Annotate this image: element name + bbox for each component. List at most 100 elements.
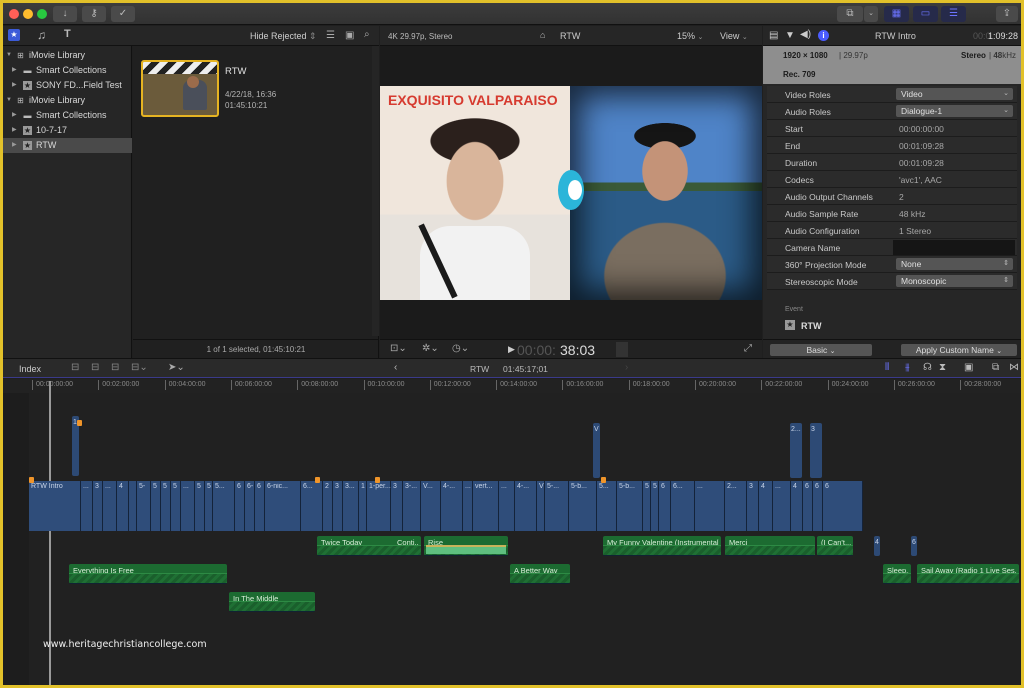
sidebar-item-imovie-library[interactable]: ▼ ⊞ iMovie Library	[3, 48, 132, 63]
metadata-view-button[interactable]: Basic ⌄	[770, 344, 872, 356]
video-roles-dropdown[interactable]: Video ⌄	[896, 88, 1013, 100]
titles-generators-tab-icon[interactable]: T	[64, 28, 71, 40]
timeline-audio-clip[interactable]: Conti...	[393, 536, 421, 556]
timeline-video-clip[interactable]: 4	[791, 481, 803, 531]
select-tool-icon[interactable]: ➤⌄	[168, 362, 185, 373]
zoom-popup[interactable]: 15% ⌄	[677, 31, 703, 41]
sidebar-item-smart-collections[interactable]: ▶ ▬ Smart Collections	[3, 63, 132, 78]
fullscreen-icon[interactable]: ⤢	[744, 343, 752, 354]
close-window-button[interactable]	[9, 9, 19, 19]
timeline-video-clip[interactable]: 4-...	[515, 481, 537, 531]
audio-skimming-icon[interactable]: ⫵	[905, 362, 910, 373]
view-menu[interactable]: View ⌄	[720, 31, 748, 41]
import-button[interactable]: ↓	[53, 6, 77, 22]
marker-icon[interactable]	[29, 477, 34, 483]
camera-name-field[interactable]	[893, 240, 1015, 255]
marker-icon[interactable]	[77, 420, 82, 426]
timeline-video-clip[interactable]: 5...	[213, 481, 235, 531]
timeline-audio-clip[interactable]: In The Middle	[229, 592, 315, 612]
timeline-video-clip[interactable]: 6...	[301, 481, 323, 531]
forward-history-icon[interactable]: ›	[625, 362, 628, 373]
connected-video-clip[interactable]: 3	[810, 423, 822, 478]
disclosure-closed-icon[interactable]: ▶	[12, 138, 17, 153]
color-inspector-icon[interactable]: ▼	[785, 30, 795, 41]
timeline-video-clip[interactable]: 5	[205, 481, 213, 531]
clip-appearance-icon[interactable]: ▣	[345, 30, 354, 41]
audio-roles-dropdown[interactable]: Dialogue-1 ⌄	[896, 105, 1013, 117]
show-inspector-button[interactable]: ☰	[941, 6, 966, 22]
timeline-video-clip[interactable]: 6	[803, 481, 813, 531]
minimize-window-button[interactable]	[23, 9, 33, 19]
photos-audio-tab-icon[interactable]: ♫	[37, 28, 46, 42]
timeline-audio-clip[interactable]: Sail Away (Radio 1 Live Ses...	[917, 564, 1019, 584]
timeline-ruler[interactable]: 00:00:00:00 00:02:00:00 00:04:00:00 00:06:0…	[3, 379, 1021, 393]
timeline-video-clip[interactable]: ...	[463, 481, 473, 531]
keywords-button[interactable]: ⚷	[82, 6, 106, 22]
timeline-video-clip[interactable]: 1-per...	[367, 481, 391, 531]
video-skimming-icon[interactable]: ⫴	[885, 362, 889, 373]
timeline-video-clip[interactable]: V...	[421, 481, 441, 531]
sidebar-item-sony-event[interactable]: ▶ ★ SONY FD...Field Test	[3, 78, 132, 93]
filter-popup[interactable]: Hide Rejected ⇕	[250, 31, 317, 42]
index-button[interactable]: Index	[19, 364, 41, 374]
project-thumbnail[interactable]	[141, 60, 219, 117]
timeline-video-clip[interactable]: 5	[151, 481, 161, 531]
sidebar-item-event-10-7-17[interactable]: ▶ ★ 10-7-17	[3, 123, 132, 138]
timeline-video-clip[interactable]: 4-...	[441, 481, 463, 531]
stereoscopic-mode-popup[interactable]: Monoscopic ⇕	[896, 275, 1013, 287]
snapping-icon[interactable]: ⧗	[939, 362, 946, 373]
timeline-video-clip[interactable]: ...	[695, 481, 725, 531]
search-icon[interactable]: ⌕	[364, 29, 370, 40]
timeline-video-clip[interactable]: 5-b...	[569, 481, 597, 531]
viewer-canvas[interactable]: EXQUISITO VALPARAISO	[380, 46, 762, 339]
timeline-video-clip[interactable]: V	[537, 481, 545, 531]
disclosure-closed-icon[interactable]: ▶	[12, 78, 17, 93]
sidebar-item-smart-collections[interactable]: ▶ ▬ Smart Collections	[3, 108, 132, 123]
timeline-video-clip[interactable]: 2	[323, 481, 333, 531]
marker-icon[interactable]	[375, 477, 380, 483]
timeline-audio-clip[interactable]: Rise	[424, 536, 508, 556]
timeline-audio-clip[interactable]: A Better Way	[510, 564, 570, 584]
libraries-tab-icon[interactable]: ★	[8, 29, 20, 41]
timeline-video-clip[interactable]: ...	[499, 481, 515, 531]
disclosure-open-icon[interactable]: ▼	[6, 93, 12, 108]
disclosure-closed-icon[interactable]: ▶	[12, 108, 17, 123]
workspace-menu-button[interactable]: ⌄	[864, 6, 878, 22]
sidebar-item-imovie-library[interactable]: ▼ ⊞ iMovie Library	[3, 93, 132, 108]
connected-video-clip[interactable]: 2...	[790, 423, 802, 478]
marker-icon[interactable]	[601, 477, 606, 483]
list-view-icon[interactable]: ☰	[326, 30, 335, 41]
timeline-video-clip[interactable]: 6	[659, 481, 671, 531]
workspace-button[interactable]: ⧉	[837, 6, 863, 22]
timeline-audio-clip[interactable]: Merci	[725, 536, 815, 556]
timeline-video-clip[interactable]: 5-...	[545, 481, 569, 531]
play-button[interactable]: ▶	[508, 344, 515, 355]
connected-video-clip[interactable]: 6	[911, 536, 917, 556]
timeline-video-clip[interactable]: 4	[759, 481, 773, 531]
insert-clip-icon[interactable]: ⊟	[91, 362, 99, 373]
clip-appearance-icon[interactable]: ▣	[964, 362, 973, 373]
timeline-video-clip[interactable]: 3...	[343, 481, 359, 531]
timeline-video-clip[interactable]: 1	[359, 481, 367, 531]
show-timeline-button[interactable]: ▭	[913, 6, 938, 22]
disclosure-open-icon[interactable]: ▼	[6, 48, 12, 63]
video-inspector-icon[interactable]: ▤	[769, 30, 778, 41]
timeline-video-clip[interactable]: 5	[651, 481, 659, 531]
connected-video-clip[interactable]: V	[593, 423, 600, 478]
info-inspector-icon[interactable]: i	[818, 30, 829, 41]
timeline-video-clip[interactable]: 3	[93, 481, 103, 531]
timeline-index-icon[interactable]: ⧉	[992, 362, 999, 373]
timeline-video-clip[interactable]: 6	[823, 481, 863, 531]
projection-mode-popup[interactable]: None ⇕	[896, 258, 1013, 270]
timeline-audio-clip[interactable]: My Funny Valentine (Instrumental)	[603, 536, 721, 556]
timeline-video-clip[interactable]: 5	[171, 481, 181, 531]
timeline-video-clip[interactable]: 6-nic...	[265, 481, 301, 531]
timeline-video-clip[interactable]: 5-	[137, 481, 151, 531]
timeline-video-clip[interactable]: 5...	[597, 481, 617, 531]
timeline-video-clip[interactable]: 4	[117, 481, 129, 531]
disclosure-closed-icon[interactable]: ▶	[12, 123, 17, 138]
timeline-video-clip[interactable]: 6	[813, 481, 823, 531]
timeline-video-clip[interactable]: ...	[81, 481, 93, 531]
timeline-video-clip[interactable]: 6	[255, 481, 265, 531]
timeline-audio-clip[interactable]: (I Can't...	[817, 536, 853, 556]
